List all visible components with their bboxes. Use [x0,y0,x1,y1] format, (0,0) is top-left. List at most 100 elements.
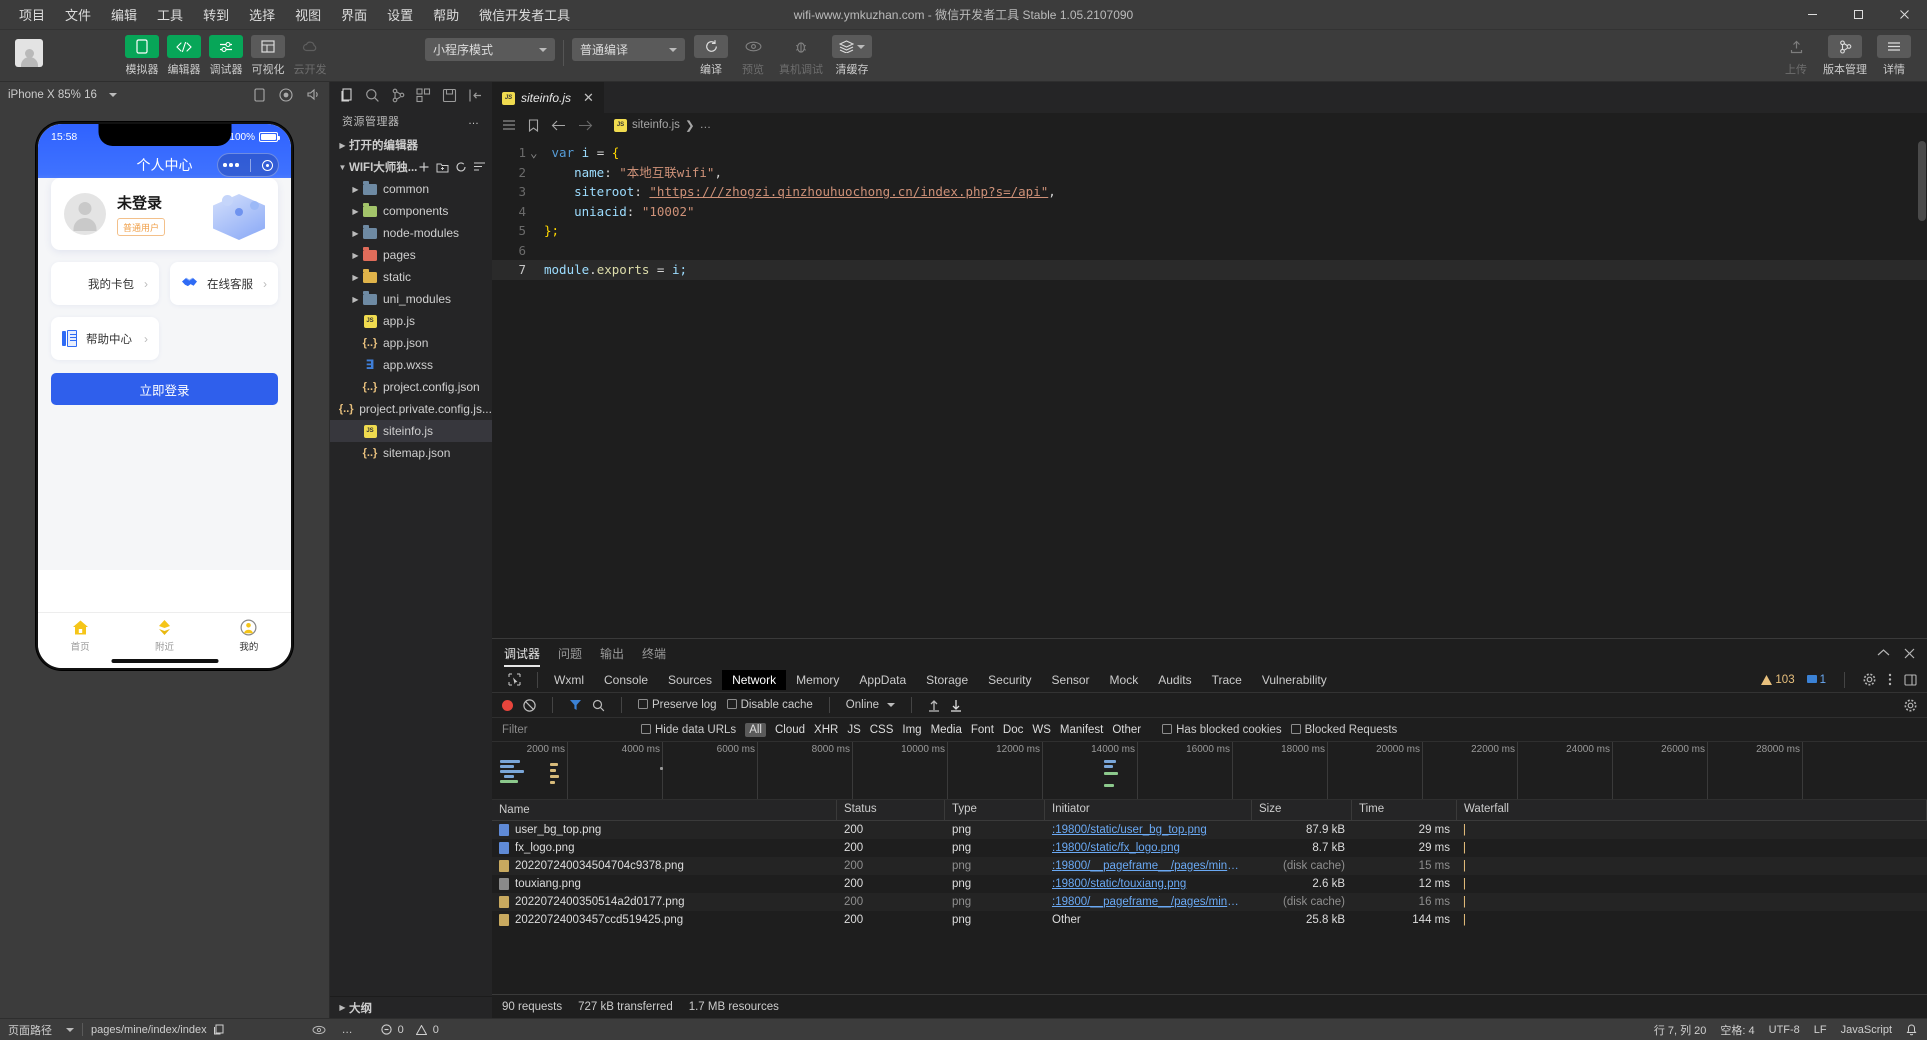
menu-item-my-cards[interactable]: 我的卡包 › [51,262,159,305]
panel-tab-audits[interactable]: Audits [1148,670,1201,690]
bookmark-icon[interactable] [528,119,539,132]
copy-icon[interactable] [213,1024,224,1035]
notification-bell-icon[interactable] [1906,1024,1917,1036]
panel-tab-sources[interactable]: Sources [658,670,722,690]
tree-item-components[interactable]: ▶ components [330,200,492,222]
menu-item-edit[interactable]: 编辑 [102,1,146,28]
page-path-selector[interactable]: 页面路径 [0,1019,82,1040]
record-icon[interactable] [279,88,293,102]
request-initiator[interactable]: :19800/static/user_bg_top.png [1045,824,1252,836]
editor-tab-siteinfo[interactable]: JS siteinfo.js ✕ [492,82,604,113]
panel-tab-memory[interactable]: Memory [786,670,849,690]
hide-data-urls-checkbox[interactable]: Hide data URLs [641,724,736,736]
throttle-select[interactable]: Online [846,699,895,711]
menu-item-ui[interactable]: 界面 [332,1,376,28]
disable-cache-checkbox[interactable]: Disable cache [727,699,813,711]
type-filter-all[interactable]: All [745,723,766,737]
panel-tab-security[interactable]: Security [978,670,1041,690]
device-selector[interactable]: iPhone X 85% 16 [8,89,117,101]
network-settings-icon[interactable] [1904,699,1917,712]
close-circle-icon[interactable] [262,160,273,171]
tab-home[interactable]: 首页 [38,619,122,653]
menu-item-settings[interactable]: 设置 [378,1,422,28]
info-badge[interactable]: 1 [1807,674,1826,686]
column-header-waterfall[interactable]: Waterfall [1457,800,1927,820]
panel-tab-appdata[interactable]: AppData [849,670,916,690]
type-filter-img[interactable]: Img [902,724,921,736]
menu-item-select[interactable]: 选择 [240,1,284,28]
files-icon[interactable] [337,85,357,105]
request-initiator[interactable]: :19800/__pageframe__/pages/mine/… [1045,896,1252,908]
preview-button[interactable]: 预览 [732,35,774,77]
code-content[interactable]: 1⌄ var i = { 2 name: "本地互联wifi", 3 siter… [492,137,1927,280]
section-open-editors[interactable]: ▶ 打开的编辑器 [330,134,492,156]
tree-item-uni-modules[interactable]: ▶ uni_modules [330,288,492,310]
refresh-icon[interactable] [455,161,467,173]
warning-badge[interactable]: 103 [1761,674,1794,686]
tree-item-siteinfo-js[interactable]: JS siteinfo.js [330,420,492,442]
tree-item-static[interactable]: ▶ static [330,266,492,288]
table-row[interactable]: user_bg_top.png 200 png :19800/static/us… [492,821,1927,839]
clear-button[interactable] [523,699,536,712]
breadcrumb-file[interactable]: siteinfo.js [632,119,680,131]
explorer-more-icon[interactable]: … [468,115,480,127]
tab-nearby[interactable]: 附近 [122,619,206,653]
new-file-icon[interactable] [418,161,430,173]
tab-mine[interactable]: 我的 [207,619,291,653]
menu-item-devtools[interactable]: 微信开发者工具 [470,1,579,28]
upload-button[interactable]: 上传 [1775,35,1817,77]
remote-debug-button[interactable]: 真机调试 [774,35,828,77]
type-filter-media[interactable]: Media [931,724,962,736]
preserve-log-checkbox[interactable]: Preserve log [638,699,717,711]
type-filter-other[interactable]: Other [1112,724,1141,736]
tree-item-sitemap-json[interactable]: {..} sitemap.json [330,442,492,464]
menu-item-tools[interactable]: 工具 [148,1,192,28]
tree-item-app-json[interactable]: {..} app.json [330,332,492,354]
forward-icon[interactable] [578,120,593,131]
error-warning-group[interactable]: 0 0 [373,1019,447,1040]
tree-item-pages[interactable]: ▶ pages [330,244,492,266]
filter-input[interactable]: Filter [502,724,632,736]
table-row[interactable]: 20220724003457ccd519425.png 200 png Othe… [492,911,1927,929]
dock-icon[interactable] [1904,674,1917,686]
tab-output[interactable]: 输出 [600,639,624,667]
toggle-cloud[interactable]: 云开发 [289,35,331,77]
close-icon[interactable] [1904,648,1915,659]
user-avatar[interactable] [15,39,43,67]
compile-button[interactable]: 编译 [690,35,732,77]
version-control-button[interactable]: 版本管理 [1817,35,1873,77]
panel-tab-storage[interactable]: Storage [916,670,978,690]
back-icon[interactable] [551,120,566,131]
network-overview-timeline[interactable]: 2000 ms 4000 ms 6000 ms 8000 ms 10000 ms… [492,742,1927,800]
menu-item-help[interactable]: 帮助 [424,1,468,28]
line-ending[interactable]: LF [1814,1024,1827,1036]
maximize-button[interactable] [1835,0,1881,30]
type-filter-cloud[interactable]: Cloud [775,724,805,736]
blocked-requests-checkbox[interactable]: Blocked Requests [1291,724,1398,736]
save-icon[interactable] [439,85,459,105]
user-card[interactable]: 未登录 普通用户 [51,178,278,250]
type-filter-doc[interactable]: Doc [1003,724,1023,736]
kebab-menu-icon[interactable] [1888,673,1892,686]
tree-item-app-wxss[interactable]: ∃ app.wxss [330,354,492,376]
column-header-status[interactable]: Status [837,800,945,820]
toggle-list-icon[interactable] [502,119,516,131]
section-outline[interactable]: ▶ 大纲 [330,996,492,1018]
menu-item-help-center[interactable]: 帮助中心 › [51,317,159,360]
phone-icon[interactable] [254,88,265,102]
status-more-icon[interactable]: … [334,1019,361,1040]
sound-icon[interactable] [307,88,321,102]
section-project-root[interactable]: ▼ WIFI大师独... [330,156,492,178]
panel-tab-mock[interactable]: Mock [1100,670,1149,690]
editor-scrollbar[interactable] [1917,137,1927,638]
menu-item-online-service[interactable]: 在线客服 › [170,262,278,305]
table-row[interactable]: 202207240034504704c9378.png 200 png :198… [492,857,1927,875]
breadcrumb-rest[interactable]: … [700,119,712,131]
code-editor[interactable]: 1⌄ var i = { 2 name: "本地互联wifi", 3 siter… [492,137,1927,638]
chevron-up-icon[interactable] [1877,648,1890,659]
type-filter-css[interactable]: CSS [870,724,894,736]
indent-setting[interactable]: 空格: 4 [1720,1022,1754,1038]
column-header-name[interactable]: Name [492,800,837,820]
toggle-simulator[interactable]: 模拟器 [121,35,163,77]
more-dots-icon[interactable] [223,163,239,167]
